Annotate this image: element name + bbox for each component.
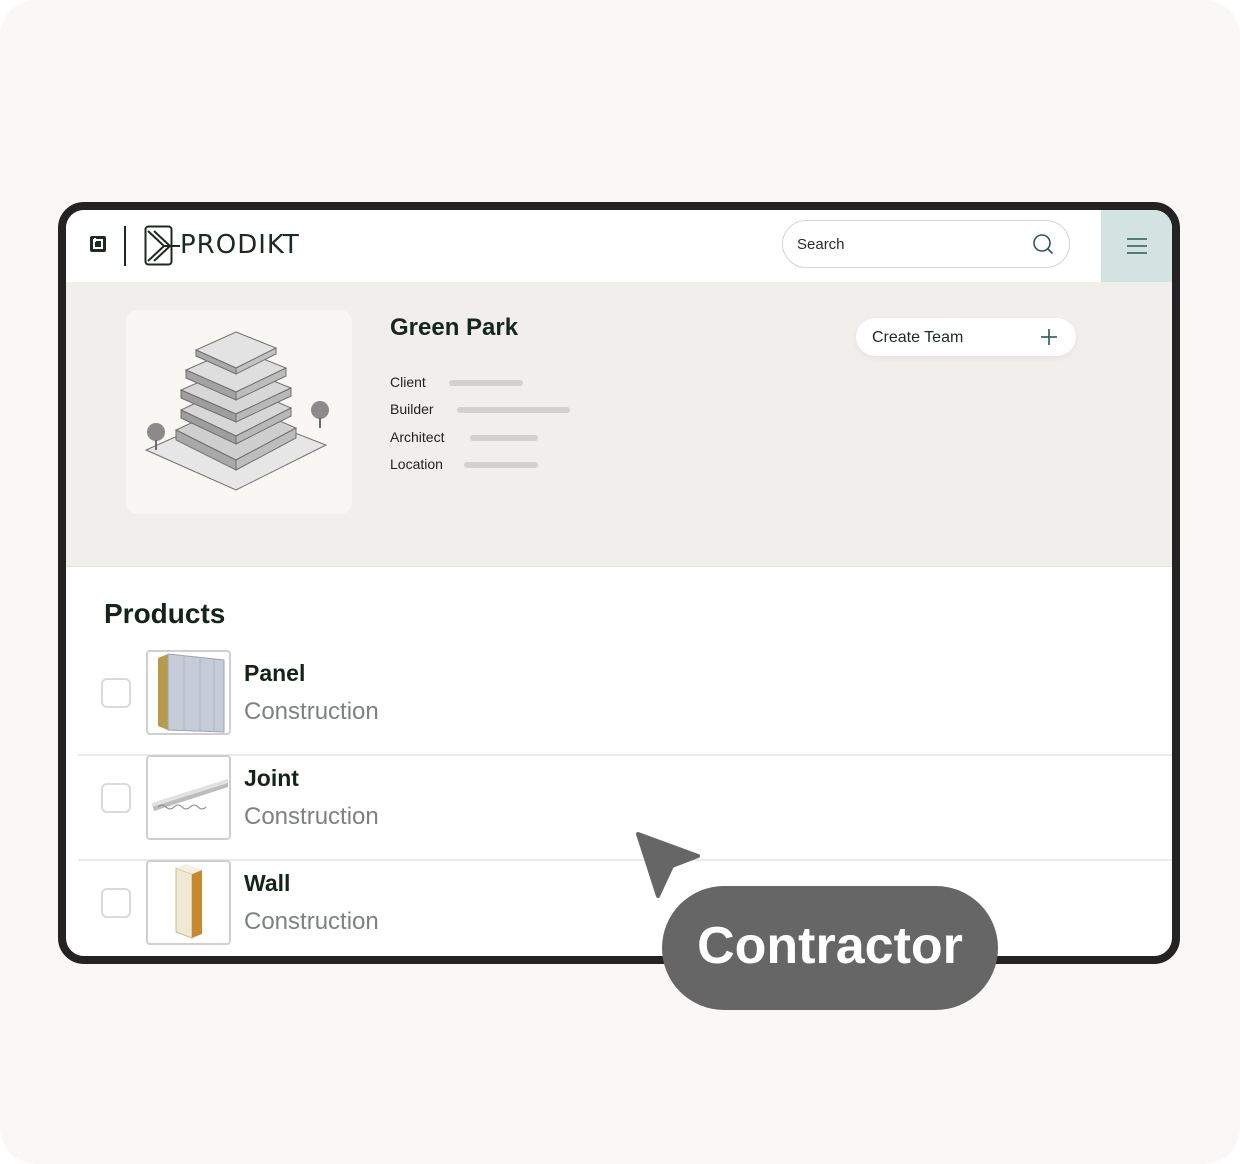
product-name[interactable]: Joint [244, 765, 299, 792]
meta-value-placeholder [457, 407, 570, 413]
prodikt-logo-text[interactable]: PRODIKT [180, 230, 300, 260]
cursor-arrow-icon [636, 832, 700, 898]
meta-label: Location [390, 456, 443, 472]
top-navigation-bar: PRODIKT Search [66, 210, 1172, 282]
meta-label: Architect [390, 429, 445, 445]
search-icon[interactable] [1031, 232, 1055, 256]
logo-divider [124, 226, 126, 266]
product-row[interactable]: Panel Construction [78, 650, 1172, 756]
project-title: Green Park [390, 314, 519, 341]
project-summary: Green Park Client Builder Architect Loca… [66, 282, 1172, 567]
product-category: Construction [244, 803, 379, 830]
create-team-button[interactable]: Create Team [856, 318, 1076, 356]
meta-row-architect: Architect [390, 429, 610, 447]
hamburger-menu-icon [1127, 238, 1147, 254]
meta-row-location: Location [390, 456, 610, 474]
canvas: PRODIKT Search Green Park Client Builder… [0, 0, 1240, 1164]
search-input[interactable]: Search [782, 220, 1070, 268]
products-heading: Products [104, 598, 226, 629]
bimobject-logo-icon[interactable] [90, 236, 106, 252]
role-badge: Contractor [662, 886, 998, 1010]
meta-row-builder: Builder [390, 401, 650, 419]
product-category: Construction [244, 698, 379, 725]
menu-button[interactable] [1101, 210, 1172, 282]
plus-icon [1041, 329, 1057, 345]
role-label: Contractor [697, 917, 963, 975]
product-row[interactable]: Joint Construction [78, 755, 1172, 861]
meta-label: Builder [390, 401, 434, 417]
meta-label: Client [390, 374, 426, 390]
product-name[interactable]: Wall [244, 870, 290, 897]
search-placeholder: Search [797, 236, 845, 253]
product-category: Construction [244, 908, 379, 935]
panel-thumbnail [146, 650, 231, 735]
create-team-label: Create Team [872, 329, 964, 346]
meta-row-client: Client [390, 374, 590, 392]
product-checkbox[interactable] [101, 783, 131, 813]
product-name[interactable]: Panel [244, 660, 305, 687]
product-checkbox[interactable] [101, 888, 131, 918]
app-window: PRODIKT Search Green Park Client Builder… [58, 202, 1180, 964]
product-row[interactable]: Wall Construction [78, 860, 1172, 956]
prodikt-logo-icon [144, 225, 180, 266]
project-building-image [126, 310, 352, 514]
product-checkbox[interactable] [101, 678, 131, 708]
joint-thumbnail [146, 755, 231, 840]
meta-value-placeholder [470, 435, 538, 441]
wall-thumbnail [146, 860, 231, 945]
meta-value-placeholder [464, 462, 538, 468]
meta-value-placeholder [449, 380, 523, 386]
